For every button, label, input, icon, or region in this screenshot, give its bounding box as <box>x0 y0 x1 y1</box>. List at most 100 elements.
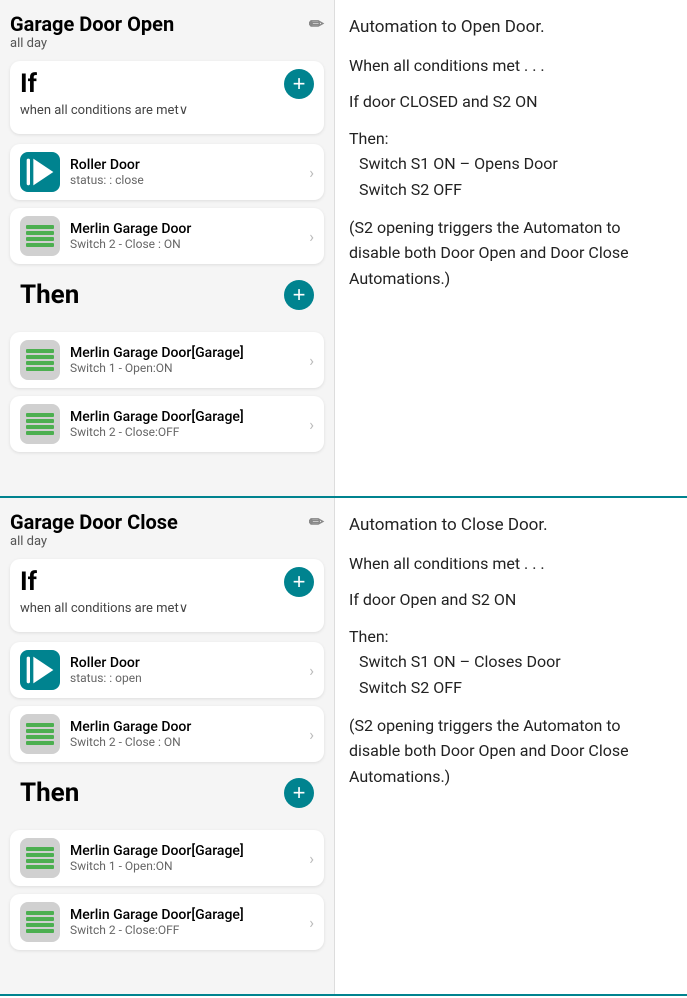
garage-door-action-icon <box>20 902 60 942</box>
condition-row-1[interactable]: Merlin Garage DoorSwitch 2 - Close : ON› <box>10 706 324 762</box>
right-then-line-1: Switch S2 OFF <box>349 675 673 701</box>
left-panel-garage-door-open: Garage Door Openall day If + when all condi… <box>0 0 335 496</box>
right-note-text: (S2 opening triggers the Automaton to di… <box>349 713 673 790</box>
right-when-label: When all conditions met . . . <box>349 552 673 576</box>
automation-section-garage-door-close: Garage Door Closeall day If + when all cond… <box>0 498 687 996</box>
device-name: Roller Door <box>70 157 309 173</box>
right-panel-garage-door-open: Automation to Open Door. When all conditi… <box>335 0 687 496</box>
chevron-right-icon: › <box>309 227 314 246</box>
if-block: If + when all conditions are met∨ <box>10 559 324 632</box>
if-add-button[interactable]: + <box>284 69 314 99</box>
device-name: Merlin Garage Door <box>70 719 309 735</box>
all-day-label: all day <box>10 36 324 51</box>
device-sub: Switch 2 - Close:OFF <box>70 425 309 439</box>
all-day-label: all day <box>10 534 324 549</box>
roller-door-icon <box>20 152 60 192</box>
if-header: If + <box>20 69 314 99</box>
if-block: If + when all conditions are met∨ <box>10 61 324 134</box>
garage-door-icon <box>20 216 60 256</box>
automation-title: Garage Door Open <box>10 12 174 36</box>
then-add-button[interactable]: + <box>284 778 314 808</box>
roller-door-icon <box>20 650 60 690</box>
chevron-right-icon: › <box>309 849 314 868</box>
device-info: Merlin Garage Door[Garage]Switch 2 - Clo… <box>70 409 309 439</box>
right-then-section: Then:Switch S1 ON – Closes DoorSwitch S2… <box>349 624 673 701</box>
device-info: Roller Doorstatus: : close <box>70 157 309 187</box>
automation-title-row: Garage Door Close <box>10 510 324 534</box>
then-add-button[interactable]: + <box>284 280 314 310</box>
right-when-label: When all conditions met . . . <box>349 54 673 78</box>
then-header: Then + <box>20 778 314 808</box>
action-row-1[interactable]: Merlin Garage Door[Garage]Switch 2 - Clo… <box>10 894 324 950</box>
right-if-section: If door Open and S2 ON <box>349 588 673 612</box>
right-panel-garage-door-close: Automation to Close Door. When all condit… <box>335 498 687 994</box>
when-conditions-label: when all conditions are met∨ <box>20 601 314 616</box>
device-name: Merlin Garage Door[Garage] <box>70 345 309 361</box>
when-conditions-label: when all conditions are met∨ <box>20 103 314 118</box>
if-label: If <box>20 567 37 597</box>
left-panel-garage-door-close: Garage Door Closeall day If + when all cond… <box>0 498 335 994</box>
device-name: Merlin Garage Door[Garage] <box>70 907 309 923</box>
condition-row-0[interactable]: Roller Doorstatus: : close› <box>10 144 324 200</box>
device-info: Merlin Garage DoorSwitch 2 - Close : ON <box>70 719 309 749</box>
chevron-right-icon: › <box>309 351 314 370</box>
if-header: If + <box>20 567 314 597</box>
edit-button[interactable] <box>309 512 324 533</box>
action-row-0[interactable]: Merlin Garage Door[Garage]Switch 1 - Ope… <box>10 830 324 886</box>
right-title: Automation to Close Door. <box>349 514 673 538</box>
right-when-section: When all conditions met . . . <box>349 54 673 78</box>
if-label: If <box>20 69 37 99</box>
right-note-section: (S2 opening triggers the Automaton to di… <box>349 713 673 790</box>
right-if-label: If door CLOSED and S2 ON <box>349 90 673 114</box>
device-sub: Switch 1 - Open:ON <box>70 859 309 873</box>
automation-title: Garage Door Close <box>10 510 178 534</box>
edit-button[interactable] <box>309 14 324 35</box>
garage-door-action-icon <box>20 340 60 380</box>
then-label: Then <box>20 778 79 808</box>
device-name: Merlin Garage Door[Garage] <box>70 409 309 425</box>
right-then-line-0: Switch S1 ON – Closes Door <box>349 649 673 675</box>
device-sub: status: : close <box>70 173 309 187</box>
then-header: Then + <box>20 280 314 310</box>
chevron-right-icon: › <box>309 913 314 932</box>
right-then-title: Then: <box>349 624 673 650</box>
device-info: Roller Doorstatus: : open <box>70 655 309 685</box>
chevron-right-icon: › <box>309 725 314 744</box>
device-sub: Switch 2 - Close : ON <box>70 237 309 251</box>
device-name: Merlin Garage Door[Garage] <box>70 843 309 859</box>
right-note-section: (S2 opening triggers the Automaton to di… <box>349 215 673 292</box>
action-row-0[interactable]: Merlin Garage Door[Garage]Switch 1 - Ope… <box>10 332 324 388</box>
condition-row-1[interactable]: Merlin Garage DoorSwitch 2 - Close : ON› <box>10 208 324 264</box>
right-note-text: (S2 opening triggers the Automaton to di… <box>349 215 673 292</box>
right-title: Automation to Open Door. <box>349 16 673 40</box>
then-label: Then <box>20 280 79 310</box>
device-sub: Switch 1 - Open:ON <box>70 361 309 375</box>
right-then-section: Then:Switch S1 ON – Opens DoorSwitch S2 … <box>349 126 673 203</box>
right-if-label: If door Open and S2 ON <box>349 588 673 612</box>
device-info: Merlin Garage Door[Garage]Switch 1 - Ope… <box>70 345 309 375</box>
right-when-section: When all conditions met . . . <box>349 552 673 576</box>
garage-door-action-icon <box>20 404 60 444</box>
if-add-button[interactable]: + <box>284 567 314 597</box>
garage-door-icon <box>20 714 60 754</box>
then-block: Then + <box>10 770 324 820</box>
then-block: Then + <box>10 272 324 322</box>
device-info: Merlin Garage Door[Garage]Switch 1 - Ope… <box>70 843 309 873</box>
chevron-right-icon: › <box>309 415 314 434</box>
chevron-right-icon: › <box>309 661 314 680</box>
device-sub: Switch 2 - Close : ON <box>70 735 309 749</box>
right-if-section: If door CLOSED and S2 ON <box>349 90 673 114</box>
right-then-line-0: Switch S1 ON – Opens Door <box>349 151 673 177</box>
condition-row-0[interactable]: Roller Doorstatus: : open› <box>10 642 324 698</box>
page-wrapper: Garage Door Openall dayIf+when all condi… <box>0 0 687 996</box>
device-sub: Switch 2 - Close:OFF <box>70 923 309 937</box>
chevron-right-icon: › <box>309 163 314 182</box>
right-then-title: Then: <box>349 126 673 152</box>
garage-door-action-icon <box>20 838 60 878</box>
right-then-line-1: Switch S2 OFF <box>349 177 673 203</box>
automation-section-garage-door-open: Garage Door Openall day If + when all condi… <box>0 0 687 498</box>
device-name: Roller Door <box>70 655 309 671</box>
device-name: Merlin Garage Door <box>70 221 309 237</box>
action-row-1[interactable]: Merlin Garage Door[Garage]Switch 2 - Clo… <box>10 396 324 452</box>
device-info: Merlin Garage Door[Garage]Switch 2 - Clo… <box>70 907 309 937</box>
